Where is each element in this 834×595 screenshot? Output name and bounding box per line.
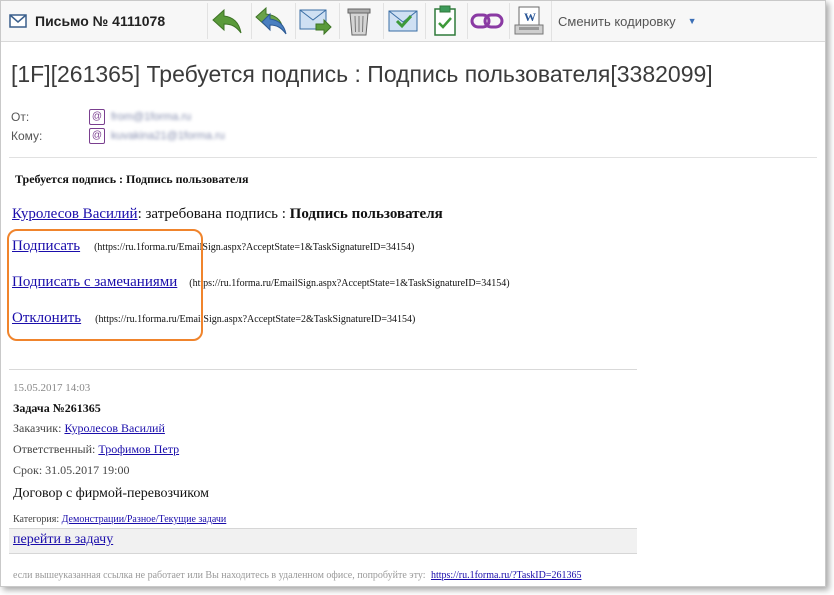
reply-button[interactable]	[207, 3, 246, 39]
task-deadline: Срок: 31.05.2017 19:00	[13, 463, 130, 477]
task-category-row: Категория: Демонстрации/Разное/Текущие з…	[13, 514, 226, 525]
forward-mail-icon	[299, 9, 332, 36]
to-address[interactable]: kuvakina21@1forma.ru	[111, 130, 225, 142]
reply-all-icon	[255, 6, 287, 35]
body-heading: Требуется подпись : Подпись пользователя	[15, 172, 249, 186]
from-address[interactable]: from@1forma.ru	[111, 111, 191, 123]
email-window: Письмо № 4111078 W Сменить кодировку ▼ […	[0, 0, 826, 587]
email-at-icon: @	[89, 128, 105, 144]
task-description: Договор с фирмой-перевозчиком	[13, 486, 209, 501]
request-bold: Подпись пользователя	[289, 206, 443, 222]
to-row: Кому: @ kuvakina21@1forma.ru	[11, 128, 225, 144]
request-text: : затребована подпись :	[137, 206, 286, 222]
delete-button[interactable]	[339, 3, 378, 39]
task-title: Задача №261365	[13, 401, 101, 415]
trash-icon	[347, 8, 371, 36]
header-divider	[9, 157, 817, 158]
email-at-icon: @	[89, 109, 105, 125]
accept-mail-button[interactable]	[383, 3, 422, 39]
responsible-label: Ответственный:	[13, 442, 96, 456]
clipboard-icon	[434, 5, 456, 36]
email-subject: [1F][261365] Требуется подпись : Подпись…	[11, 61, 713, 87]
reply-all-button[interactable]	[251, 3, 290, 39]
customer-label: Заказчик:	[13, 421, 62, 435]
link-icon	[470, 13, 504, 29]
request-line: Куролесов Василий: затребована подпись :…	[12, 206, 443, 223]
category-link[interactable]: Демонстрации/Разное/Текущие задачи	[62, 514, 227, 525]
task-responsible-row: Ответственный: Трофимов Петр	[13, 442, 179, 457]
task-divider	[9, 369, 637, 370]
category-label: Категория:	[13, 514, 60, 525]
footer-row: если вышеуказанная ссылка не работает ил…	[13, 570, 581, 581]
chevron-down-icon: ▼	[687, 16, 697, 26]
mail-check-icon	[388, 10, 418, 32]
encoding-dropdown[interactable]: Сменить кодировку ▼	[551, 1, 717, 41]
from-row: От: @ from@1forma.ru	[11, 109, 191, 125]
svg-text:W: W	[524, 10, 536, 24]
toolbar-title: Письмо № 4111078	[9, 11, 165, 31]
goto-task-row: перейти в задачу	[13, 532, 113, 548]
task-customer-row: Заказчик: Куролесов Василий	[13, 421, 165, 436]
footer-text: если вышеуказанная ссылка не работает ил…	[13, 570, 426, 581]
from-label: От:	[11, 110, 30, 124]
link-button[interactable]	[467, 3, 506, 39]
reply-icon	[212, 8, 242, 34]
footer-task-link[interactable]: https://ru.1forma.ru/?TaskID=261365	[431, 570, 581, 581]
create-task-button[interactable]	[425, 3, 464, 39]
to-label: Кому:	[11, 129, 43, 143]
envelope-icon	[9, 14, 27, 28]
customer-link[interactable]: Куролесов Василий	[64, 421, 164, 435]
sign-with-notes-url: (https://ru.1forma.ru/EmailSign.aspx?Acc…	[189, 278, 510, 289]
letter-number: Письмо № 4111078	[35, 13, 166, 29]
encoding-label: Сменить кодировку	[558, 13, 676, 29]
word-document-icon: W	[514, 6, 544, 35]
actions-highlight-frame	[7, 229, 203, 341]
task-date: 15.05.2017 14:03	[13, 382, 91, 394]
export-word-button[interactable]: W	[509, 3, 548, 39]
goto-task-link[interactable]: перейти в задачу	[13, 532, 113, 547]
responsible-link[interactable]: Трофимов Петр	[98, 442, 179, 456]
forward-button[interactable]	[295, 3, 334, 39]
toolbar: Письмо № 4111078 W Сменить кодировку ▼	[1, 1, 825, 42]
requester-link[interactable]: Куролесов Василий	[12, 206, 138, 222]
